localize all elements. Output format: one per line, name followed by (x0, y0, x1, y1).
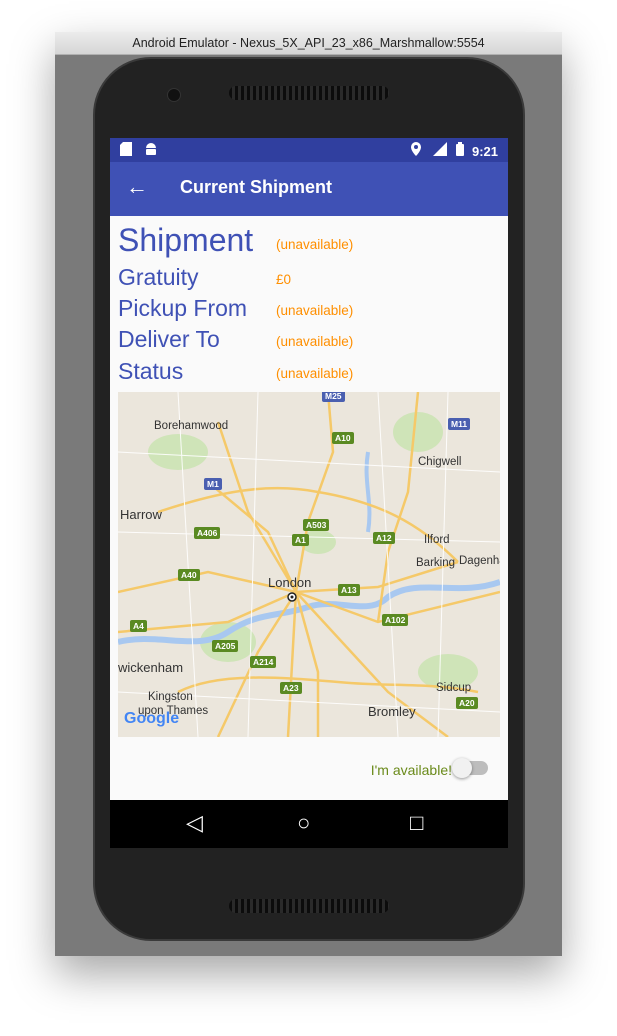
deliver-value: (unavailable) (276, 334, 354, 349)
gratuity-value: £0 (276, 272, 292, 287)
road-a214-badge: A214 (250, 656, 277, 668)
google-logo: Google (124, 710, 179, 728)
place-bromley: Bromley (368, 704, 416, 719)
available-toggle[interactable] (452, 758, 488, 778)
nav-recents-icon[interactable]: □ (410, 810, 423, 836)
back-arrow-icon[interactable]: ← (126, 176, 148, 198)
sd-card-icon (120, 142, 132, 156)
place-harrow: Harrow (120, 507, 162, 522)
pickup-value: (unavailable) (276, 303, 354, 318)
place-borehamwood: Borehamwood (154, 420, 229, 432)
available-label: I'm available! (370, 762, 452, 778)
road-a4-badge: A4 (130, 620, 147, 632)
device-screen: 9:21 ← Current Shipment Shipment (unavai… (110, 138, 508, 848)
android-icon (145, 143, 156, 155)
place-chigwell: Chigwell (418, 456, 462, 468)
road-a1-badge: A1 (292, 534, 309, 546)
status-left-icons (120, 142, 158, 159)
bottom-speaker (229, 899, 389, 913)
navigation-bar: ◁ ○ □ (110, 800, 508, 848)
road-m11-badge: M11 (448, 418, 471, 430)
road-a503-badge: A503 (303, 519, 330, 531)
road-a20-badge: A20 (456, 697, 478, 709)
status-label: Status (118, 358, 184, 384)
place-ilford: Ilford (424, 534, 450, 546)
page-title: Current Shipment (180, 177, 333, 197)
front-camera (167, 88, 181, 102)
road-a406-badge: A406 (194, 527, 221, 539)
road-a12-badge: A12 (373, 532, 395, 544)
location-icon (411, 142, 422, 156)
place-sidcup: Sidcup (436, 682, 472, 694)
road-a13-badge: A13 (338, 584, 360, 596)
battery-icon (456, 142, 465, 156)
window-title: Android Emulator - Nexus_5X_API_23_x86_M… (55, 32, 562, 55)
status-time: 9:21 (471, 144, 498, 159)
road-a40-badge: A40 (178, 569, 200, 581)
gratuity-label: Gratuity (118, 264, 199, 290)
road-a10-badge: A10 (332, 432, 354, 444)
place-twickenham: wickenham (118, 660, 184, 675)
shipment-label: Shipment (118, 222, 254, 258)
app-bar: ← Current Shipment (110, 162, 508, 216)
status-bar: 9:21 (110, 138, 508, 162)
shipment-value: (unavailable) (276, 237, 354, 252)
nav-home-icon[interactable]: ○ (297, 810, 310, 836)
road-a23-badge: A23 (280, 682, 302, 694)
deliver-label: Deliver To (118, 326, 220, 352)
road-m1-badge: M1 (204, 478, 222, 490)
lte-signal-icon (432, 142, 447, 156)
road-a205-badge: A205 (212, 640, 239, 652)
status-right: 9:21 (411, 142, 498, 159)
map-view[interactable]: Borehamwood Chigwell Harrow Ilford Barki… (118, 392, 500, 737)
place-kingston: Kingston (148, 691, 193, 703)
nav-back-icon[interactable]: ◁ (186, 810, 203, 836)
place-barking: Barking (416, 557, 455, 569)
toggle-knob (452, 758, 472, 778)
place-london: London (268, 575, 312, 590)
top-speaker (229, 86, 389, 100)
place-dagenham: Dagenha (459, 555, 500, 567)
status-value: (unavailable) (276, 366, 354, 381)
google-attribution: Google (124, 710, 180, 727)
pickup-label: Pickup From (118, 295, 248, 321)
road-m25-badge: M25 (322, 392, 345, 402)
road-a102-badge: A102 (382, 614, 409, 626)
